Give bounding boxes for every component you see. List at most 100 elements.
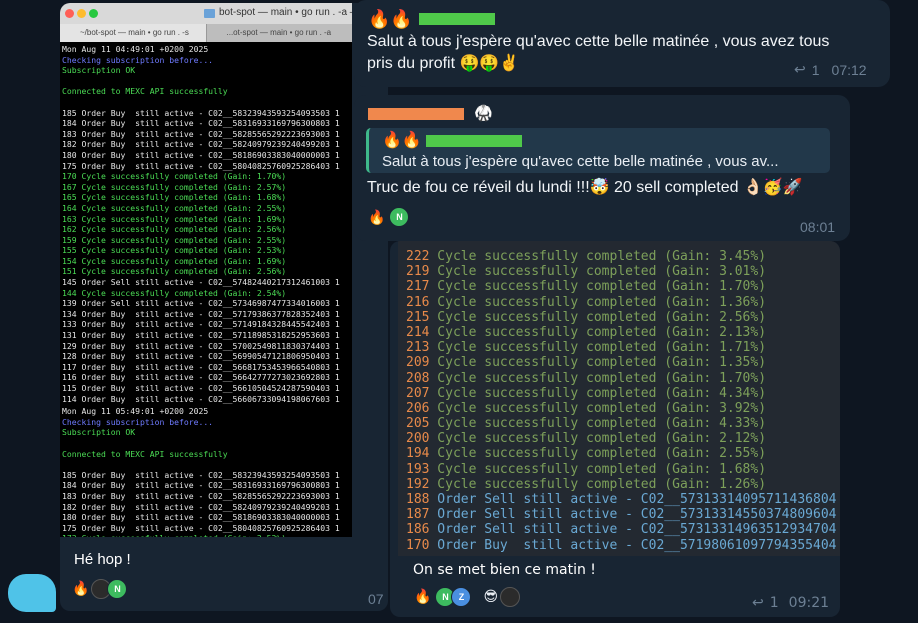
line-text: Cycle successfully completed (Gain: 2.12… [429,431,767,447]
line-text: Cycle successfully completed (Gain: 2.56… [429,309,767,325]
terminal-tabs: ~/bot-spot — main • go run . -s ...ot-sp… [60,24,352,42]
terminal-line: 164 Cycle successfully completed (Gain: … [62,202,287,213]
terminal-line: 217 Cycle successfully completed (Gain: … [406,279,840,294]
terminal-line: 162 Cycle successfully completed (Gain: … [62,224,287,235]
message-text-line-2: pris du profit 🤑🤑✌️ [367,55,520,72]
line-number: 216 [406,294,430,310]
fire-reaction[interactable]: 🔥 [368,207,385,227]
terminal-line: 187 Order Sell still active - C02__57313… [406,507,840,522]
reactions[interactable]: 🔥 N [72,579,128,599]
photo-message-left[interactable]: bot-spot — main • go run . -a — 90 ~/bot… [60,3,388,611]
terminal-line: 144 Cycle successfully completed (Gain: … [62,287,287,298]
photo-message-right[interactable]: 222 Cycle successfully completed (Gain: … [390,241,840,617]
reply-count[interactable]: 1 [770,595,779,611]
terminal-tab-2: ...ot-spot — main • go run . -a [205,24,353,42]
line-text: Cycle successfully completed (Gain: 2.55… [429,446,767,462]
terminal-line: 167 Cycle successfully completed (Gain: … [62,181,287,192]
terminal-line: 215 Cycle successfully completed (Gain: … [406,310,840,325]
reactions[interactable]: 🔥 N Z 😎 [414,587,521,607]
zoom-window-icon [89,9,98,18]
terminal-line: Mon Aug 11 04:49:01 +0200 2025 [62,44,209,54]
terminal-line: 182 Order Buy still active - C02__582409… [62,139,340,150]
terminal-line: 222 Cycle successfully completed (Gain: … [406,249,840,264]
fire-emoji: 🔥🔥 [368,9,413,29]
terminal-line: 206 Cycle successfully completed (Gain: … [406,401,840,416]
terminal-line: 115 Order Buy still active - C02__566105… [62,383,340,393]
reply-arrow-icon[interactable]: ↩ [752,595,764,611]
sender-name-redacted[interactable] [418,13,495,25]
terminal-line: 159 Cycle successfully completed (Gain: … [62,234,287,245]
reactions[interactable]: 🔥 N [368,207,410,227]
terminal-line: 117 Order Buy still active - C02__566817… [62,361,340,372]
line-text: Cycle successfully completed (Gain: 1.26… [429,476,767,492]
line-number: 219 [406,264,430,280]
quote-sender: 🔥🔥 [382,131,522,151]
reply-arrow-icon[interactable]: ↩ [794,61,806,78]
terminal-line: 184 Order Buy still active - C02__583169… [62,118,340,129]
chat-message-reply[interactable]: 🥋 🔥🔥 Salut à tous j'espère qu'avec cette… [354,95,850,241]
line-number: 200 [406,431,430,447]
sunglasses-reaction[interactable]: 😎 [483,587,498,607]
terminal-line: 209 Cycle successfully completed (Gain: … [406,355,840,370]
reply-count[interactable]: 1 [812,62,820,78]
line-text: Cycle successfully completed (Gain: 3.01… [429,264,767,280]
quoted-message[interactable]: 🔥🔥 Salut à tous j'espère qu'avec cette b… [366,128,830,173]
terminal-line: 170 Cycle successfully completed (Gain: … [62,171,287,182]
terminal-line: Connected to MEXC API successfully [62,86,228,97]
user-avatar-bubble[interactable] [8,574,56,612]
line-number: 207 [406,385,430,401]
terminal-line: Checking subscription before... [62,416,214,427]
line-text: Order Sell still active - C02__573133145… [429,507,840,523]
terminal-line: 133 Order Buy still active - C02__571491… [62,319,340,330]
sender-line: 🥋 [368,104,493,124]
terminal-line: 170 Order Buy still active - C02__571980… [406,538,840,553]
terminal-line: 188 Order Sell still active - C02__57313… [406,492,840,507]
terminal-line: 192 Cycle successfully completed (Gain: … [406,477,840,492]
line-text: Cycle successfully completed (Gain: 4.34… [429,385,767,401]
line-text: Order Sell still active - C02__573133149… [429,522,840,538]
line-number: 206 [406,400,430,416]
line-text: Order Sell still active - C02__573133140… [429,492,840,507]
terminal-line: 180 Order Buy still active - C02__581869… [62,149,340,160]
message-meta: ↩ 1 09:21 [752,595,829,611]
terminal-line: 208 Cycle successfully completed (Gain: … [406,371,840,386]
quote-sender-name-redacted [425,135,522,147]
terminal-output-block-2: Mon Aug 11 05:49:01 +0200 2025 Checking s… [60,404,352,537]
avatar: Z [451,587,472,607]
chat-message[interactable]: 🔥🔥 Salut à tous j'espère qu'avec cette b… [354,0,890,87]
terminal-line: 163 Cycle successfully completed (Gain: … [62,213,287,224]
line-text: Cycle successfully completed (Gain: 1.68… [429,461,767,477]
terminal-line: 193 Cycle successfully completed (Gain: … [406,462,840,477]
sender-name-redacted[interactable] [368,108,464,120]
terminal-line: 154 Cycle successfully completed (Gain: … [62,255,287,266]
line-text: Cycle successfully completed (Gain: 1.70… [429,370,767,386]
line-number: 215 [406,309,430,325]
line-number: 188 [406,492,430,507]
message-time: 08:01 [800,219,836,235]
terminal-line: 134 Order Buy still active - C02__571793… [62,308,340,319]
fire-reaction[interactable]: 🔥 [72,579,89,599]
terminal-line: 175 Order Buy still active - C02__580408… [62,522,340,533]
terminal-line: 183 Order Buy still active - C02__582855… [62,490,340,501]
terminal-line: 185 Order Buy still active - C02__583239… [62,107,340,118]
message-text: Hé hop ! [74,551,131,568]
line-number: 186 [406,522,430,538]
line-number: 213 [406,340,430,356]
line-number: 205 [406,416,430,432]
terminal-line: Subscription OK [62,427,136,438]
terminal-line: Mon Aug 11 05:49:01 +0200 2025 [62,406,209,417]
line-text: Cycle successfully completed (Gain: 2.13… [429,324,767,340]
terminal-line: 131 Order Buy still active - C02__571189… [62,330,340,341]
terminal-screenshot[interactable]: 222 Cycle successfully completed (Gain: … [398,241,840,556]
line-text: Order Buy still active - C02__5719806109… [429,537,840,553]
window-titlebar: bot-spot — main • go run . -a — 90 [60,3,352,24]
terminal-line: Subscription OK [62,65,136,76]
sender-line: 🔥🔥 [368,9,495,29]
message-text: Truc de fou ce réveil du lundi !!!🤯 20 s… [367,179,803,196]
terminal-line: 194 Cycle successfully completed (Gain: … [406,446,840,461]
terminal-line: 129 Order Buy still active - C02__570025… [62,340,340,351]
terminal-screenshot[interactable]: bot-spot — main • go run . -a — 90 ~/bot… [60,3,352,537]
fire-reaction[interactable]: 🔥 [414,587,431,607]
